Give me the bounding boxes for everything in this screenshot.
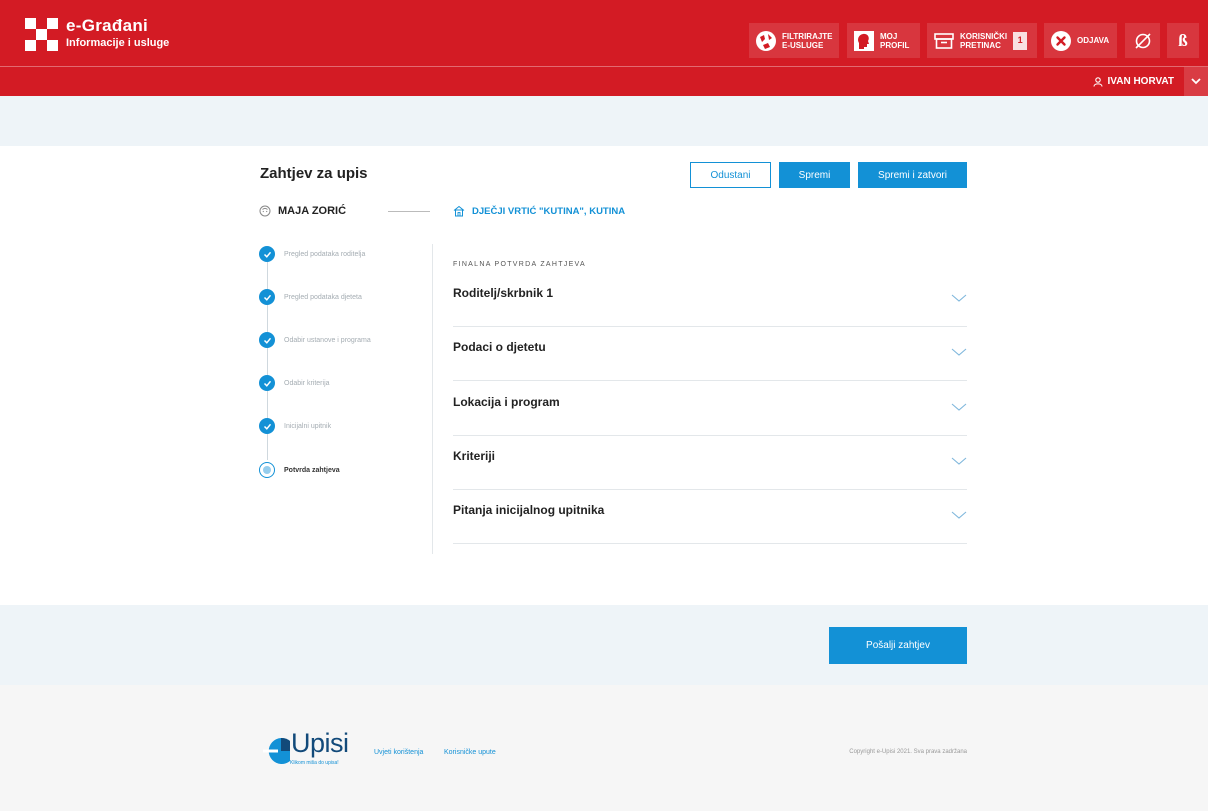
current-step-icon — [259, 462, 275, 478]
chevron-down-icon — [951, 290, 967, 302]
terms-link[interactable]: Uvjeti korištenja — [374, 749, 423, 756]
user-guide-link[interactable]: Korisničke upute — [444, 749, 496, 756]
chevron-down-icon — [951, 453, 967, 465]
profile-head-icon — [853, 30, 875, 52]
hide-visibility-button[interactable] — [1125, 23, 1160, 58]
egradjani-logo-icon[interactable] — [25, 18, 58, 51]
brand-subtitle: Informacije i usluge — [66, 37, 170, 49]
user-inbox-label: KORISNIČKI PRETINAC — [960, 31, 1008, 50]
user-name[interactable]: IVAN HORVAT — [1108, 76, 1174, 87]
accordion-title: Lokacija i program — [453, 395, 560, 409]
page-title: Zahtjev za upis — [260, 165, 368, 182]
check-icon — [259, 246, 275, 262]
cancel-button[interactable]: Odustani — [690, 162, 771, 188]
user-bar: IVAN HORVAT — [1092, 67, 1208, 96]
step-label: Pregled podataka roditelja — [284, 250, 366, 258]
child-face-icon — [259, 205, 271, 217]
step-child-data[interactable]: Pregled podataka djeteta — [259, 289, 362, 305]
step-institution-program[interactable]: Odabir ustanove i programa — [259, 332, 371, 348]
filter-services-label: FILTRIRAJTE E-USLUGE — [782, 31, 833, 50]
footer — [0, 685, 1208, 811]
step-criteria[interactable]: Odabir kriterija — [259, 375, 330, 391]
accordion-questionnaire[interactable]: Pitanja inicijalnog upitnika — [453, 503, 967, 544]
filter-globe-icon — [755, 30, 777, 52]
child-institution-connector — [388, 211, 430, 212]
user-icon — [1092, 76, 1103, 87]
school-building-icon — [453, 205, 465, 217]
submit-request-button[interactable]: Pošalji zahtjev — [829, 627, 967, 664]
accordion-title: Podaci o djetetu — [453, 340, 546, 354]
institution-name: DJEČJI VRTIĆ "KUTINA", KUTINA — [472, 205, 626, 217]
check-icon — [259, 418, 275, 434]
step-label: Potvrda zahtjeva — [284, 466, 340, 474]
step-label: Odabir ustanove i programa — [284, 336, 371, 344]
accordion-child-data[interactable]: Podaci o djetetu — [453, 340, 967, 381]
check-icon — [259, 375, 275, 391]
accordion-criteria[interactable]: Kriteriji — [453, 449, 967, 490]
inbox-tray-icon — [933, 30, 955, 52]
logout-label: ODJAVA — [1077, 36, 1110, 45]
top-band — [0, 96, 1208, 146]
chevron-down-icon — [951, 507, 967, 519]
child-name-text: MAJA ZORIĆ — [278, 205, 347, 217]
brand-title[interactable]: e-Građani — [66, 16, 148, 36]
my-profile-label: MOJ PROFIL — [880, 31, 910, 50]
filter-services-button[interactable]: FILTRIRAJTE E-USLUGE — [749, 23, 839, 58]
accordion-location-program[interactable]: Lokacija i program — [453, 395, 967, 436]
close-circle-icon — [1050, 30, 1072, 52]
copyright: Copyright e-Upisi 2021. Sva prava zadrža… — [849, 749, 967, 755]
step-initial-questionnaire[interactable]: Inicijalni upitnik — [259, 418, 331, 434]
step-label: Odabir kriterija — [284, 379, 330, 387]
inbox-count-badge: 1 — [1013, 31, 1028, 50]
footer-tagline: Klikom miša do upisa! — [290, 760, 339, 766]
check-icon — [259, 289, 275, 305]
user-inbox-button[interactable]: KORISNIČKI PRETINAC 1 — [927, 23, 1037, 58]
eye-off-icon — [1133, 31, 1153, 51]
chevron-down-icon — [1191, 78, 1201, 85]
save-and-close-button[interactable]: Spremi i zatvori — [858, 162, 967, 188]
chevron-down-icon — [951, 344, 967, 356]
chevron-down-icon — [951, 399, 967, 411]
submit-band — [0, 605, 1208, 685]
accordion-title: Pitanja inicijalnog upitnika — [453, 503, 605, 517]
save-button[interactable]: Spremi — [779, 162, 850, 188]
accordion-title: Roditelj/skrbnik 1 — [453, 286, 554, 300]
step-label: Inicijalni upitnik — [284, 422, 332, 430]
section-caption: FINALNA POTVRDA ZAHTJEVA — [453, 261, 586, 268]
accordion-parent[interactable]: Roditelj/skrbnik 1 — [453, 286, 967, 327]
font-size-icon: ß — [1178, 30, 1188, 50]
text-size-button[interactable]: ß — [1167, 23, 1199, 58]
check-icon — [259, 332, 275, 348]
logout-button[interactable]: ODJAVA — [1044, 23, 1117, 58]
header-divider — [0, 66, 1208, 67]
stepper-divider — [432, 244, 433, 554]
my-profile-button[interactable]: MOJ PROFIL — [847, 23, 920, 58]
accordion-title: Kriteriji — [453, 449, 496, 463]
footer-brand[interactable]: Upisi — [291, 728, 349, 759]
child-name: MAJA ZORIĆ — [259, 205, 346, 217]
institution: DJEČJI VRTIĆ "KUTINA", KUTINA — [453, 205, 625, 217]
step-confirmation[interactable]: Potvrda zahtjeva — [259, 462, 340, 478]
step-label: Pregled podataka djeteta — [284, 293, 362, 301]
step-parent-data[interactable]: Pregled podataka roditelja — [259, 246, 365, 262]
user-menu-toggle[interactable] — [1184, 67, 1208, 96]
